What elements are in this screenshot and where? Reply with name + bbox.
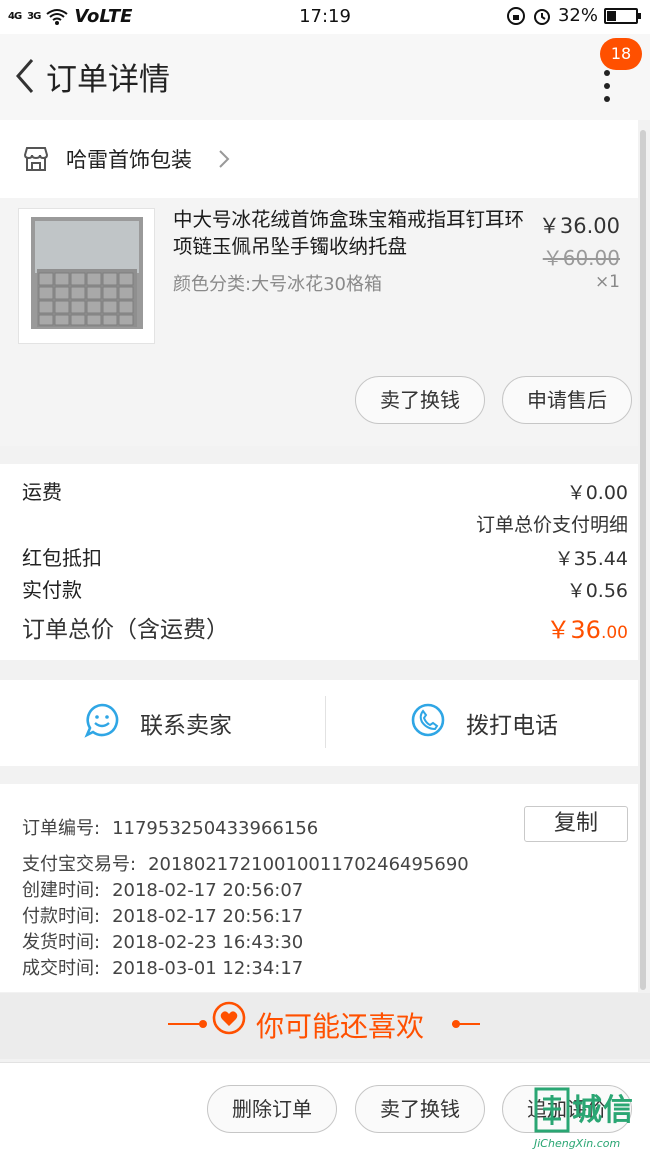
- order-info: 订单编号: 117953250433966156 复制 支付宝交易号: 201802…: [0, 784, 638, 992]
- order-number-row: 订单编号: 117953250433966156: [22, 814, 318, 840]
- completed-time-key: 成交时间:: [22, 958, 101, 979]
- phone-icon: [411, 703, 445, 737]
- paid-value: ￥0.56: [566, 580, 628, 602]
- product-original-price: ￥60.00: [542, 246, 620, 270]
- completed-time-row: 成交时间: 2018-03-01 12:34:17: [22, 954, 303, 980]
- chevron-right-icon: [219, 150, 230, 168]
- shipped-time-row: 发货时间: 2018-02-23 16:43:30: [22, 928, 303, 954]
- recommend-dot-left: [199, 1020, 207, 1028]
- back-arrow-icon[interactable]: [10, 56, 40, 96]
- shop-name: 哈雷首饰包装: [66, 148, 192, 172]
- sell-for-cash-button[interactable]: 卖了换钱: [355, 376, 485, 424]
- total-value: ￥36.00: [546, 610, 628, 645]
- copy-button[interactable]: 复制: [524, 806, 628, 842]
- created-time-value: 2018-02-17 20:56:07: [112, 880, 304, 901]
- recommend-line-right: [452, 1023, 480, 1025]
- recommend-title: 你可能还喜欢: [256, 1010, 425, 1043]
- contact-divider: [325, 696, 326, 748]
- order-detail-page: 4G 3G VoLTE 17:19 32% 订单详情 18 哈雷首饰包装 中大号…: [0, 0, 650, 1155]
- shipping-label: 运费: [22, 480, 62, 504]
- paid-time-key: 付款时间:: [22, 906, 101, 927]
- recommend-header: 你可能还喜欢: [0, 993, 650, 1059]
- shipped-time-key: 发货时间:: [22, 932, 101, 953]
- message-badge: 18: [600, 38, 642, 70]
- order-number-key: 订单编号:: [22, 818, 101, 839]
- contact-seller-button[interactable]: 联系卖家: [84, 680, 284, 766]
- page-title: 订单详情: [46, 62, 170, 98]
- alipay-trade-row: 支付宝交易号: 2018021721001001170246495690: [22, 850, 469, 876]
- watermark-logo-icon: [534, 1087, 570, 1133]
- product-thumbnail[interactable]: [18, 208, 155, 344]
- alipay-trade-key: 支付宝交易号:: [22, 854, 137, 875]
- chat-bubble-icon: [84, 703, 119, 738]
- scrollbar-thumb[interactable]: [640, 130, 646, 990]
- total-value-main: ￥36: [546, 616, 601, 644]
- shipping-value: ￥0.00: [566, 482, 628, 504]
- product-card[interactable]: 中大号冰花绒首饰盒珠宝箱戒指耳钉耳环项链玉佩吊坠手镯收纳托盘 颜色分类:大号冰花…: [0, 198, 638, 446]
- call-phone-label: 拨打电话: [466, 713, 558, 739]
- alipay-trade-value: 2018021721001001170246495690: [148, 854, 469, 875]
- redpacket-value: ￥35.44: [554, 548, 628, 570]
- watermark-url: JiChengXin.com: [534, 1137, 621, 1150]
- payment-detail-link[interactable]: 订单总价支付明细: [476, 510, 628, 537]
- contact-bar: 联系卖家 拨打电话: [0, 680, 638, 766]
- shipped-time-value: 2018-02-23 16:43:30: [112, 932, 304, 953]
- cost-summary: 运费 ￥0.00 订单总价支付明细 红包抵扣 ￥35.44 实付款 ￥0.56 …: [0, 464, 638, 660]
- status-bar: 4G 3G VoLTE 17:19 32%: [0, 0, 650, 34]
- bottom-sell-button[interactable]: 卖了换钱: [355, 1085, 485, 1133]
- watermark: 城信 JiChengXin.com: [532, 1083, 650, 1155]
- battery-percent: 32%: [557, 5, 598, 26]
- paid-label: 实付款: [22, 578, 82, 602]
- contact-seller-label: 联系卖家: [140, 713, 232, 739]
- paid-time-row: 付款时间: 2018-02-17 20:56:17: [22, 902, 303, 928]
- lock-rotation-icon: [506, 6, 525, 25]
- completed-time-value: 2018-03-01 12:34:17: [112, 958, 304, 979]
- created-time-row: 创建时间: 2018-02-17 20:56:07: [22, 876, 303, 902]
- order-number-value: 117953250433966156: [112, 818, 319, 839]
- total-label: 订单总价（含运费）: [22, 617, 229, 643]
- nav-bar: 订单详情: [0, 34, 650, 120]
- paid-time-value: 2018-02-17 20:56:17: [112, 906, 304, 927]
- apply-aftersale-button[interactable]: 申请售后: [502, 376, 632, 424]
- alarm-icon: [533, 8, 550, 25]
- product-quantity: ×1: [594, 272, 620, 292]
- redpacket-label: 红包抵扣: [22, 546, 102, 570]
- battery-icon: [604, 7, 641, 24]
- created-time-key: 创建时间:: [22, 880, 101, 901]
- total-value-cents: .00: [600, 623, 628, 643]
- status-right: 32%: [506, 5, 641, 26]
- product-title[interactable]: 中大号冰花绒首饰盒珠宝箱戒指耳钉耳环项链玉佩吊坠手镯收纳托盘: [173, 206, 525, 260]
- recommend-line-left: [168, 1023, 202, 1025]
- shop-icon: [23, 147, 49, 171]
- delete-order-button[interactable]: 删除订单: [207, 1085, 337, 1133]
- heart-icon: [212, 1001, 246, 1035]
- shop-header[interactable]: 哈雷首饰包装: [0, 120, 638, 198]
- watermark-title: 城信: [572, 1093, 634, 1128]
- product-sku: 颜色分类:大号冰花30格箱: [173, 274, 382, 295]
- call-phone-button[interactable]: 拨打电话: [410, 680, 610, 766]
- product-price: ￥36.00: [538, 214, 620, 238]
- jewelry-box-image: [31, 217, 143, 329]
